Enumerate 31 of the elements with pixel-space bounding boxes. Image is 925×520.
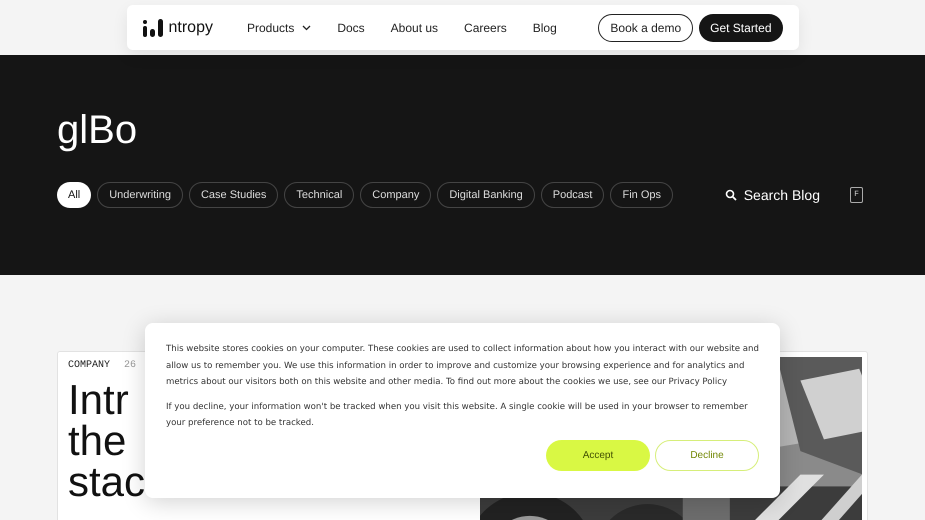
filter-chip[interactable]: Digital Banking	[437, 182, 535, 208]
shortcut-key: F	[850, 187, 863, 203]
search-button[interactable]: Search Blog	[724, 184, 820, 206]
logo-text: ntropy	[168, 18, 213, 38]
filter-chip[interactable]: All	[57, 182, 92, 208]
nav-link[interactable]: Blog	[532, 18, 557, 36]
filter-chip[interactable]: Technical	[284, 182, 354, 208]
post-headline: stac	[68, 461, 146, 502]
get-started-button[interactable]: Get Started	[699, 14, 782, 42]
page-title: glBo	[57, 107, 138, 154]
filter-chip[interactable]: Underwriting	[97, 182, 183, 208]
decline-button[interactable]: Decline	[655, 440, 759, 470]
post-headline: the	[68, 420, 126, 461]
cookie-text: This website stores cookies on your computer. These cookies are used to collect information about how you interact with our website and allow us to remember you. We use this information in order to improve and customize your browsing experience and for analytics and metrics about our visitors both on this website and other media. To find out more about the cookies we use, see our Privacy Policy	[166, 343, 759, 389]
filter-chip[interactable]: Case Studies	[188, 182, 278, 208]
post-headline: Intr	[68, 379, 129, 420]
filter-chip[interactable]: Podcast	[540, 182, 604, 208]
filter-chip[interactable]: Company	[360, 182, 432, 208]
post-category: COMPANY	[68, 359, 110, 373]
nav-link[interactable]: About us	[390, 18, 438, 36]
nav-link[interactable]: Docs	[337, 18, 365, 36]
logo-icon	[142, 18, 162, 36]
post-date: 26	[124, 359, 136, 373]
chevron-down-icon	[302, 24, 312, 30]
search-icon	[724, 189, 737, 201]
nav-link[interactable]: Careers	[464, 18, 507, 36]
cookie-text: If you decline, your information won't be tracked when you visit this website. A single cookie will be used in your browser to remember your preference not to be tracked.	[166, 400, 749, 430]
accept-button[interactable]: Accept	[546, 440, 650, 470]
nav-dropdown[interactable]: Products	[246, 18, 312, 36]
demo-button[interactable]: Book a demo	[598, 14, 694, 42]
filter-chip[interactable]: Fin Ops	[610, 182, 673, 208]
